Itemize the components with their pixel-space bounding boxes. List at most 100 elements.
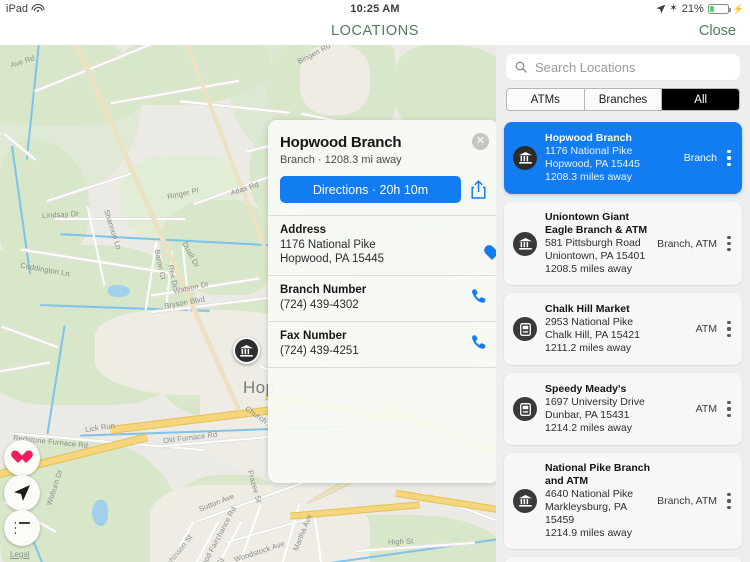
detail-row-branch-number[interactable]: Branch Number (724) 439-4302 — [268, 276, 499, 322]
close-button[interactable]: Close — [699, 18, 736, 45]
location-text-block: National Pike Branch and ATM 4640 Nationa… — [545, 462, 653, 540]
map-pond — [92, 500, 108, 526]
location-citystate: Chalk Hill, PA 15421 — [545, 329, 640, 341]
detail-row-value: (724) 439-4302 — [280, 299, 359, 311]
map-list-button[interactable] — [4, 510, 40, 546]
list-icon — [14, 521, 30, 534]
segment-all[interactable]: All — [662, 89, 739, 110]
locations-list[interactable]: Hopwood Branch 1176 National Pike Hopwood,… — [496, 122, 750, 562]
location-street: 1697 University Drive — [545, 396, 645, 408]
location-citystate: Dunbar, PA 15431 — [545, 409, 630, 421]
location-more-options-icon[interactable] — [724, 491, 734, 511]
location-street: 2953 National Pike — [545, 316, 634, 328]
phone-icon — [472, 334, 486, 349]
location-citystate: Markleysburg, PA 15459 — [545, 501, 627, 526]
share-icon[interactable] — [470, 180, 487, 199]
battery-percent-label: 21% — [681, 3, 704, 15]
location-name: Uniontown Giant Eagle Branch & ATM — [545, 211, 648, 236]
address-line-2: Hopwood, PA 15445 — [280, 253, 385, 265]
segment-atms[interactable]: ATMs — [507, 89, 585, 110]
location-list-item[interactable]: Chalk Hill Market 2953 National Pike Chalk… — [504, 293, 742, 365]
search-input[interactable] — [533, 58, 727, 76]
battery-icon — [707, 4, 731, 14]
atm-glyph-icon — [519, 322, 531, 336]
status-bar: iPad 10:25 AM ✶ 21% ⚡ — [0, 0, 750, 18]
location-name: Chalk Hill Market — [545, 303, 630, 315]
location-more-options-icon[interactable] — [724, 319, 734, 339]
detail-row-value: 1176 National Pike Hopwood, PA 15445 — [280, 238, 457, 266]
location-street: 1176 National Pike — [545, 145, 633, 157]
locate-me-button[interactable] — [4, 475, 40, 511]
lightning-bolt-icon: ⚡ — [732, 3, 744, 14]
detail-row-label: Fax Number — [280, 330, 347, 342]
location-list-item[interactable]: Speedy Meady's 1697 University Drive Dunba… — [504, 373, 742, 445]
detail-row-label: Branch Number — [280, 284, 367, 296]
location-detail-callout: Hopwood Branch Branch · 1208.3 mi away ✕… — [268, 120, 499, 483]
location-list-item[interactable]: Uniontown Giant Eagle Branch & ATM 581 Pi… — [504, 202, 742, 285]
location-list-item[interactable]: Hopwood Branch 1176 National Pike Hopwood,… — [504, 122, 742, 194]
bank-glyph-icon — [240, 344, 253, 357]
location-list-item[interactable]: Flat Rock Express4888 National PikeATM — [504, 557, 742, 562]
location-type-label: Branch — [683, 152, 717, 164]
page-title: LOCATIONS — [330, 23, 420, 39]
favorites-button[interactable] — [4, 440, 40, 476]
filter-segmented-control[interactable]: ATMs Branches All — [506, 88, 740, 111]
location-text-block: Chalk Hill Market 2953 National Pike Chalk… — [545, 303, 692, 355]
location-list-item[interactable]: National Pike Branch and ATM 4640 Nationa… — [504, 453, 742, 549]
map-pond — [108, 285, 130, 297]
callout-close-icon[interactable]: ✕ — [472, 133, 489, 150]
bank-pin-icon[interactable] — [233, 337, 260, 364]
location-arrow-icon — [14, 485, 30, 501]
location-name: National Pike Branch and ATM — [545, 462, 651, 487]
search-box[interactable] — [506, 54, 740, 80]
search-icon — [515, 61, 527, 73]
detail-row-fax-number[interactable]: Fax Number (724) 439-4251 — [268, 322, 499, 368]
bank-icon — [513, 146, 537, 170]
callout-actions: Directions · 20h 10m — [268, 166, 499, 215]
bank-glyph-icon — [518, 237, 532, 250]
bank-glyph-icon — [518, 152, 532, 164]
map-street-label: High St — [387, 536, 414, 547]
location-type-label: ATM — [695, 323, 717, 335]
locations-sidebar: ATMs Branches All Hopwood Branch1176 Nat… — [496, 45, 750, 562]
locations-app: iPad 10:25 AM ✶ 21% ⚡ LOCATIONS Close Bi… — [0, 0, 750, 562]
location-text-block: Uniontown Giant Eagle Branch & ATM 581 Pi… — [545, 211, 653, 276]
status-bar-clock: 10:25 AM — [350, 3, 400, 15]
call-fax-button[interactable] — [471, 334, 488, 356]
bank-glyph-icon — [518, 495, 532, 507]
detail-row-value: (724) 439-4251 — [280, 345, 359, 357]
nav-bar: LOCATIONS Close — [0, 18, 750, 46]
detail-row-label: Address — [280, 224, 327, 236]
legal-link[interactable]: Legal — [10, 550, 30, 559]
status-bar-right: ✶ 21% ⚡ — [656, 3, 744, 15]
bluetooth-icon: ✶ — [669, 3, 678, 14]
callout-header: Hopwood Branch Branch · 1208.3 mi away ✕ — [268, 120, 499, 166]
location-name: Hopwood Branch — [545, 132, 632, 144]
location-more-options-icon[interactable] — [724, 148, 734, 168]
bank-icon — [513, 489, 537, 513]
location-more-options-icon[interactable] — [724, 234, 734, 254]
location-distance: 1214.9 miles away — [545, 527, 632, 539]
location-citystate: Uniontown, PA 15401 — [545, 250, 646, 262]
share-glyph-icon — [471, 180, 486, 199]
atm-icon — [513, 397, 537, 421]
phone-icon — [472, 288, 486, 303]
segment-branches[interactable]: Branches — [584, 89, 663, 110]
location-name: Speedy Meady's — [545, 383, 627, 395]
call-button[interactable] — [471, 288, 488, 310]
location-text-block: Speedy Meady's 1697 University Drive Dunba… — [545, 383, 692, 435]
location-text-block: Hopwood Branch 1176 National Pike Hopwood,… — [545, 132, 680, 184]
detail-row-address[interactable]: Address 1176 National Pike Hopwood, PA 1… — [268, 216, 499, 276]
location-more-options-icon[interactable] — [724, 399, 734, 419]
directions-button[interactable]: Directions · 20h 10m — [280, 176, 461, 203]
location-type-label: ATM — [695, 403, 717, 415]
heart-icon — [15, 451, 30, 465]
location-distance: 1211.2 miles away — [545, 342, 632, 354]
map-street-label: Lindsay Dr — [41, 209, 80, 220]
location-street: 4640 National Pike — [545, 488, 634, 500]
location-distance: 1208.3 miles away — [545, 171, 632, 183]
atm-icon — [513, 317, 537, 341]
callout-detail-rows: Address 1176 National Pike Hopwood, PA 1… — [268, 215, 499, 368]
location-street: 581 Pittsburgh Road — [545, 237, 641, 249]
bank-icon — [513, 231, 537, 256]
